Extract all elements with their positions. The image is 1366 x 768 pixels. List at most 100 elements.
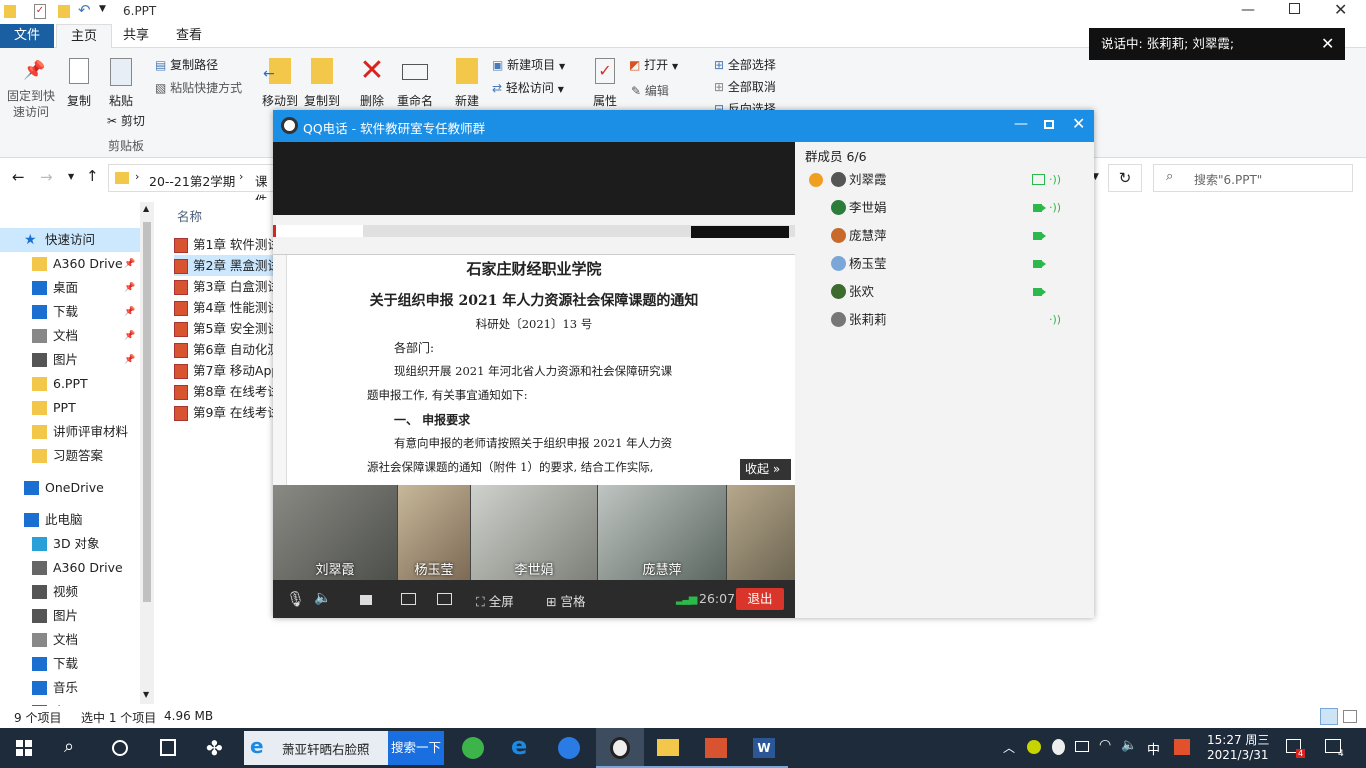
file-row[interactable]: 第6章 自动化测试 [174, 339, 284, 360]
nav-item[interactable]: 下载 [0, 652, 140, 676]
show-hidden-icons[interactable]: ︿ [1003, 739, 1015, 756]
file-row[interactable]: 第4章 性能测试 [174, 297, 284, 318]
participant-video[interactable]: 杨玉莹 [398, 485, 470, 580]
file-row[interactable]: 第2章 黑盒测试 [174, 255, 284, 276]
scroll-down-icon[interactable]: ▼ [143, 690, 149, 699]
nav-item[interactable]: 3D 对象 [0, 532, 140, 556]
file-row[interactable]: 第7章 移动App [174, 360, 284, 381]
edit-button[interactable]: ✎ 编辑 [631, 82, 669, 99]
collapse-button[interactable]: 收起 » [740, 459, 791, 480]
member-row[interactable]: 杨玉莹 [795, 250, 1094, 278]
speaker-icon[interactable]: 🔈 [314, 590, 331, 606]
column-header-name[interactable]: 名称 [177, 206, 202, 225]
start-button[interactable] [0, 728, 48, 768]
select-none-button[interactable]: ⊞ 全部取消 [714, 78, 776, 95]
tab-view[interactable]: 查看 [162, 24, 216, 48]
clock-time[interactable]: 15:27 周三 [1207, 731, 1269, 748]
nav-item[interactable]: 视频 [0, 580, 140, 604]
participant-video[interactable]: 刘翠霞 [273, 485, 397, 580]
ie-button[interactable]: e [498, 728, 546, 768]
qq-button[interactable] [596, 728, 644, 768]
member-row[interactable]: 张莉莉 ·)) [795, 306, 1094, 334]
select-all-button[interactable]: ⊞ 全部选择 [714, 56, 776, 73]
customize-qat-icon[interactable]: ▼ [99, 4, 106, 14]
nav-item[interactable]: 音乐 [0, 676, 140, 700]
close-icon[interactable]: ✕ [1321, 28, 1334, 60]
undo-icon[interactable]: ↶ [78, 1, 91, 19]
copy-path-button[interactable]: ▤ 复制路径 [155, 56, 218, 73]
restore-button[interactable] [1289, 3, 1300, 14]
up-icon[interactable]: ↑ [86, 167, 99, 185]
search-button[interactable]: ⌕ [48, 728, 96, 768]
new-item-button[interactable]: ▣ 新建项目 ▼ [492, 56, 565, 73]
powerpoint-button[interactable] [692, 728, 740, 768]
search-input[interactable]: ⌕ 搜索"6.PPT" [1153, 164, 1353, 192]
search-go-button[interactable]: 搜索一下 [388, 731, 444, 765]
fullscreen-button[interactable]: ⛶ 全屏 [476, 591, 514, 610]
breadcrumb-semester[interactable]: 20--21第2学期 [149, 171, 235, 190]
cortana-button[interactable] [96, 728, 144, 768]
tab-share[interactable]: 共享 [109, 24, 163, 48]
tray-qq-icon[interactable] [1052, 739, 1065, 755]
copy-button[interactable]: 复制 [64, 58, 94, 109]
tray-network-adapter-icon[interactable] [1075, 741, 1089, 752]
large-icons-view-button[interactable] [1343, 710, 1357, 723]
feishu-button[interactable] [546, 728, 594, 768]
file-row[interactable]: 第3章 白盒测试 [174, 276, 284, 297]
paste-shortcut-button[interactable]: ▧ 粘贴快捷方式 [155, 79, 242, 96]
participant-video[interactable]: 李世娟 [471, 485, 597, 580]
close-button[interactable]: ✕ [1334, 0, 1347, 19]
nav-item[interactable]: 6.PPT [0, 372, 140, 396]
nav-item[interactable]: A360 Drive [0, 556, 140, 580]
cut-button[interactable]: ✂ 剪切 [107, 112, 145, 129]
nav-item[interactable]: ★ 快速访问 [0, 228, 140, 252]
easy-access-button[interactable]: ⇄ 轻松访问 ▼ [492, 79, 564, 96]
copy-to-button[interactable]: 复制到 [303, 58, 341, 109]
presenter-icon[interactable] [437, 593, 452, 605]
grid-view-button[interactable]: ⊞ 宫格 [546, 591, 585, 610]
browser-green-button[interactable] [450, 728, 498, 768]
microphone-icon[interactable]: 🎙 [286, 590, 305, 608]
nav-item[interactable]: 此电脑 [0, 508, 140, 532]
volume-icon[interactable]: 🔈 [1121, 738, 1137, 753]
nav-item[interactable]: 图片 📌 [0, 348, 140, 372]
nav-item[interactable]: 文档 📌 [0, 324, 140, 348]
nav-item[interactable]: 讲师评审材料 [0, 420, 140, 444]
word-button[interactable]: W [740, 728, 788, 768]
details-view-button[interactable] [1320, 708, 1338, 725]
member-row[interactable]: 庞慧萍 [795, 222, 1094, 250]
pin-quick-access-button[interactable]: 📌 固定到快 速访问 [4, 60, 58, 120]
wifi-icon[interactable]: ◠ [1099, 737, 1111, 753]
nav-item[interactable]: PPT [0, 396, 140, 420]
move-to-button[interactable]: ← 移动到 [261, 58, 299, 109]
participant-video[interactable]: 张欢 [727, 485, 795, 580]
screen-share-icon[interactable] [401, 593, 416, 605]
pinwheel-app-button[interactable]: ✤ [192, 728, 240, 768]
refresh-button[interactable]: ↻ [1108, 164, 1142, 192]
nav-item[interactable]: 文档 [0, 628, 140, 652]
maximize-button[interactable] [1044, 120, 1054, 129]
tray-plus-icon[interactable] [1027, 740, 1041, 754]
scroll-thumb[interactable] [143, 222, 151, 602]
address-box[interactable]: › 20--21第2学期 › 课件 [108, 164, 278, 208]
new-folder-button[interactable]: 新建 [451, 58, 483, 109]
nav-item[interactable]: 图片 [0, 604, 140, 628]
paste-button[interactable]: 粘贴 [105, 58, 137, 109]
open-button[interactable]: ◩ 打开 ▼ [629, 56, 678, 73]
file-row[interactable]: 第8章 在线考试 [174, 381, 284, 402]
rename-button[interactable]: 重命名 [395, 58, 435, 109]
file-row[interactable]: 第9章 在线考试 [174, 402, 284, 423]
new-folder-quick-icon[interactable] [58, 5, 70, 18]
clock-date[interactable]: 2021/3/31 [1207, 748, 1269, 762]
tab-file[interactable]: 文件 [0, 24, 54, 48]
file-row[interactable]: 第1章 软件测试 [174, 234, 284, 255]
nav-item[interactable]: A360 Drive 📌 [0, 252, 140, 276]
nav-item[interactable]: 下载 📌 [0, 300, 140, 324]
forward-icon[interactable]: → [40, 168, 53, 186]
scroll-up-icon[interactable]: ▲ [143, 204, 149, 213]
minimize-button[interactable]: — [1014, 116, 1028, 132]
ie-news-button[interactable]: e 萧亚轩晒右脸照 [244, 731, 388, 765]
exit-call-button[interactable]: 退出 [736, 588, 784, 610]
participant-video[interactable]: 庞慧萍 [598, 485, 726, 580]
task-view-button[interactable] [144, 728, 192, 768]
